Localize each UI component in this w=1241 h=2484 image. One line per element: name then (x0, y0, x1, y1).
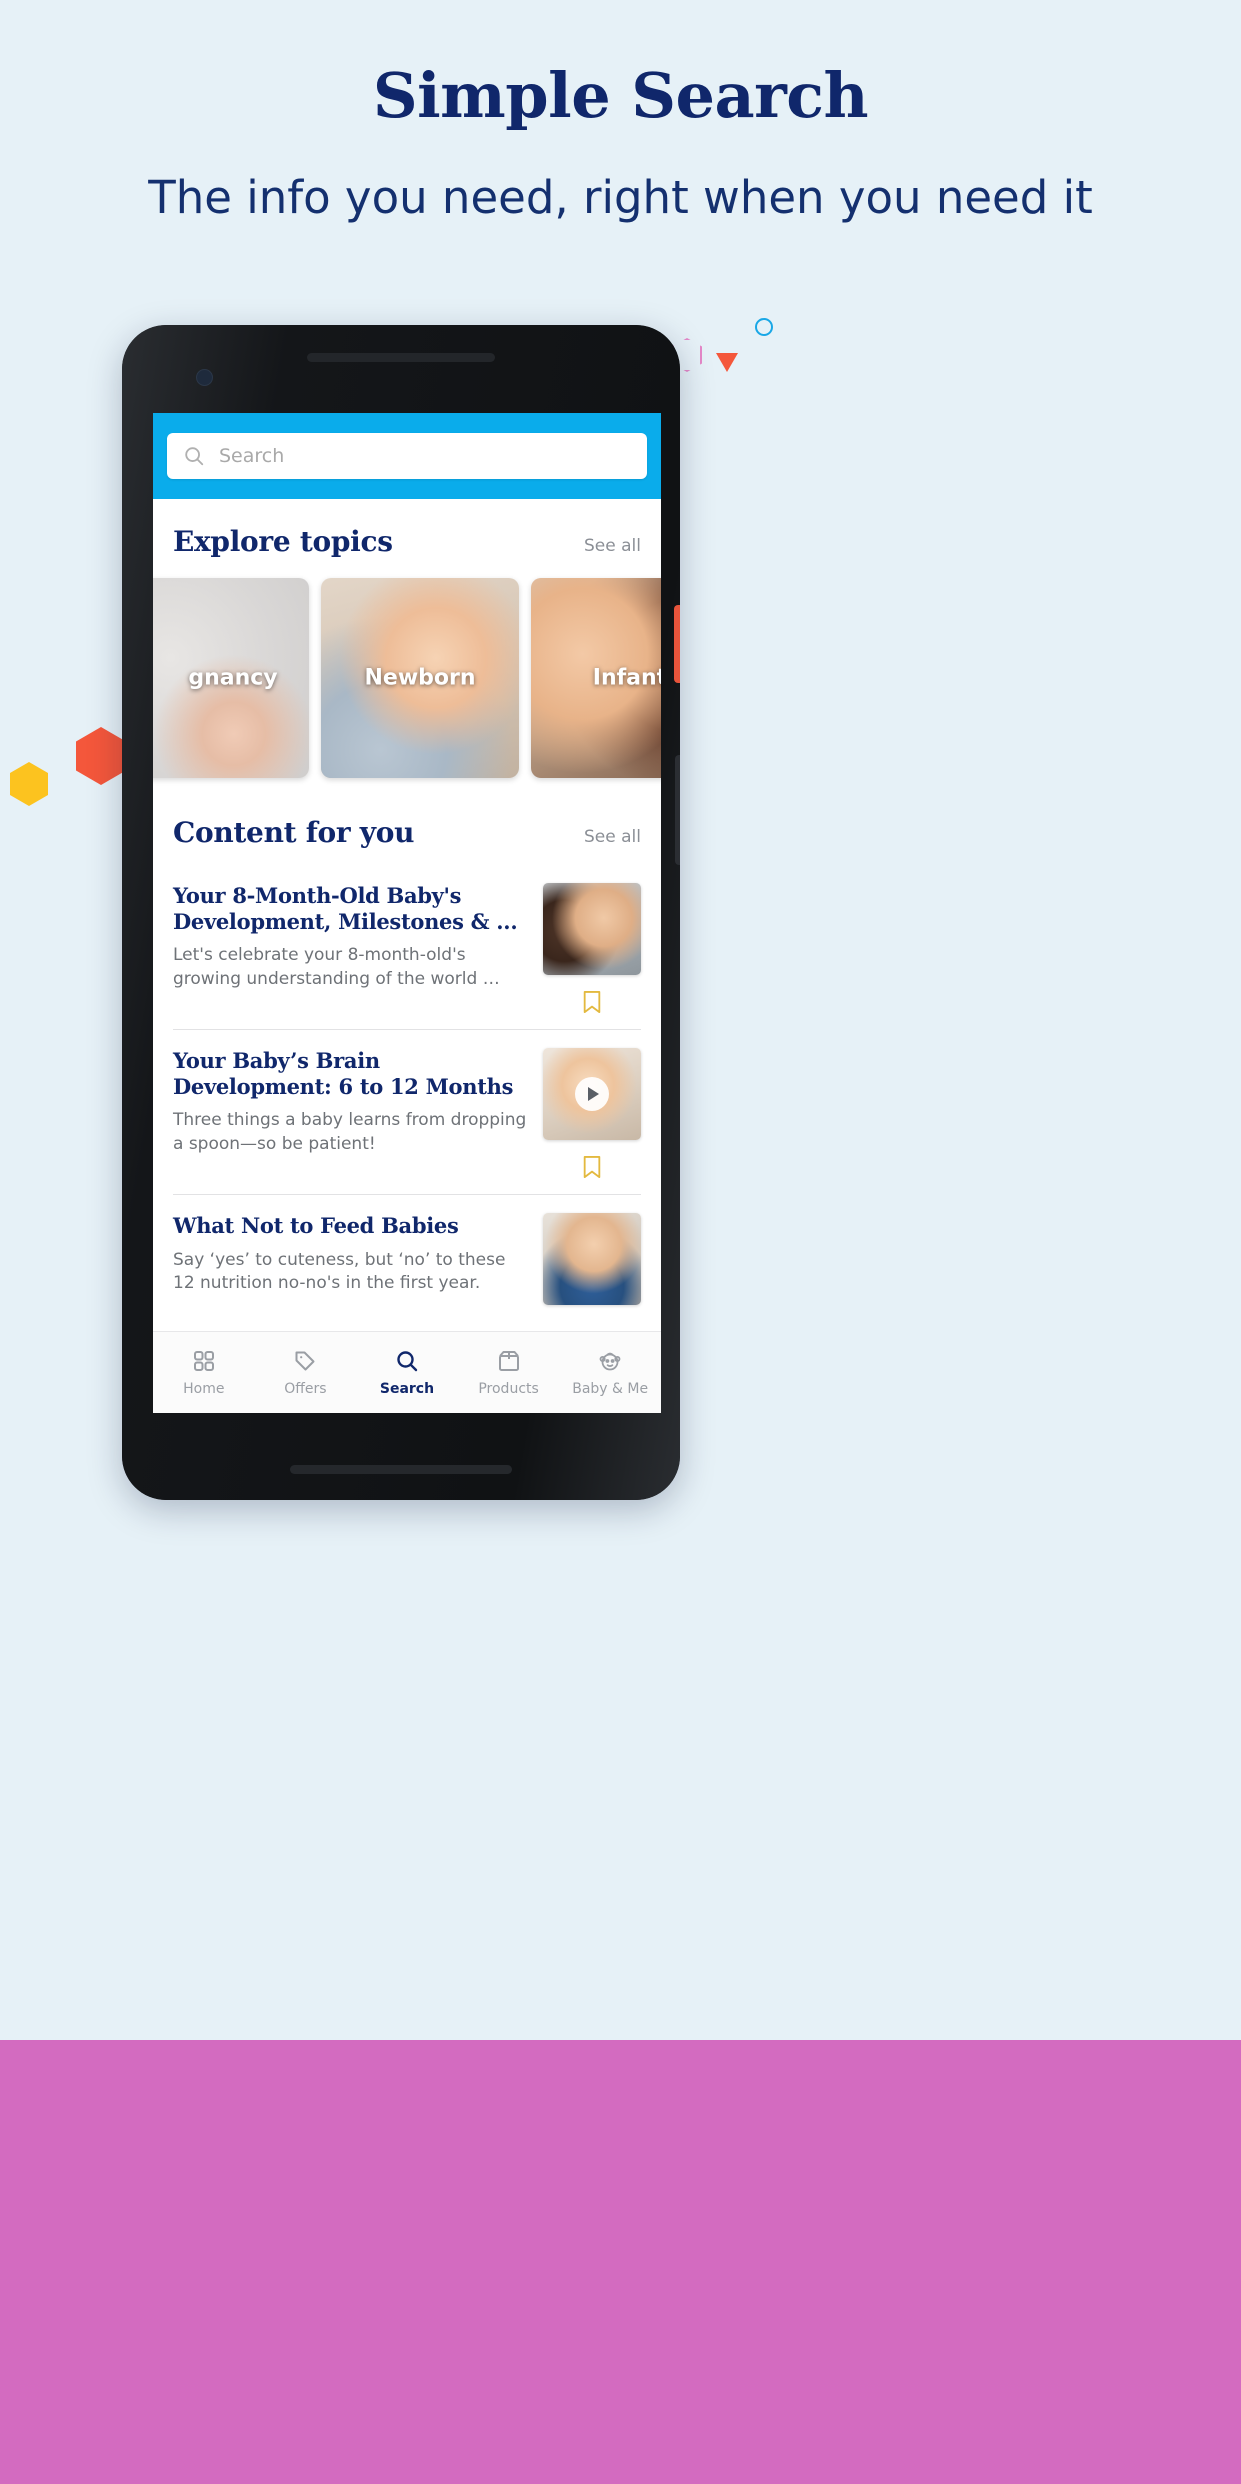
phone-volume-button[interactable] (675, 755, 680, 865)
tab-label: Offers (284, 1381, 327, 1397)
topic-card-label: Newborn (364, 665, 476, 691)
baby-development-photo (543, 883, 641, 975)
topic-card-newborn[interactable]: Newborn (321, 578, 519, 778)
bookmark-icon[interactable] (581, 1154, 603, 1180)
app-screen: Search Explore topics See all gnancy New… (153, 413, 661, 1413)
article-description: Let's celebrate your 8-month-old's growi… (173, 945, 500, 989)
phone-power-button[interactable] (674, 605, 680, 683)
decorative-circle-blue (755, 318, 773, 336)
content-for-you-title: Content for you (173, 816, 415, 849)
topic-card-infant[interactable]: Infant (531, 578, 661, 778)
tag-icon (293, 1348, 317, 1374)
explore-topics-title: Explore topics (173, 525, 393, 558)
article-text-block: Your 8-Month-Old Baby's Development, Mil… (173, 883, 529, 1015)
article-thumbnail[interactable] (543, 883, 641, 975)
explore-topics-header: Explore topics See all (153, 499, 661, 574)
article-description: Three things a baby learns from dropping… (173, 1110, 527, 1154)
phone-front-camera (196, 369, 213, 386)
search-icon (395, 1348, 419, 1374)
article-list-item[interactable]: What Not to Feed Babies Say ‘yes’ to cut… (173, 1195, 641, 1319)
article-media-column (543, 883, 641, 1015)
article-thumbnail[interactable] (543, 1048, 641, 1140)
grid-icon (192, 1348, 216, 1374)
article-thumbnail[interactable] (543, 1213, 641, 1305)
tab-offers[interactable]: Offers (255, 1348, 357, 1397)
play-icon[interactable] (575, 1077, 609, 1111)
tab-label: Home (183, 1381, 225, 1397)
decorative-triangle-red (716, 353, 738, 372)
baby-feeding-photo (543, 1213, 641, 1305)
article-title: What Not to Feed Babies (173, 1213, 459, 1238)
search-icon (183, 445, 205, 467)
article-list-item[interactable]: Your Baby’s Brain Development: 6 to 12 M… (173, 1030, 641, 1195)
tab-search[interactable]: Search (356, 1348, 458, 1397)
explore-see-all-link[interactable]: See all (584, 536, 641, 556)
tab-home[interactable]: Home (153, 1348, 255, 1397)
search-input[interactable]: Search (167, 433, 647, 479)
tab-label: Baby & Me (572, 1381, 649, 1397)
search-placeholder-text: Search (219, 445, 285, 467)
page-title: Simple Search (372, 59, 869, 132)
content-see-all-link[interactable]: See all (584, 827, 641, 847)
phone-mockup: Search Explore topics See all gnancy New… (122, 325, 680, 1500)
article-list-item[interactable]: Your 8-Month-Old Baby's Development, Mil… (173, 865, 641, 1030)
play-triangle (588, 1087, 599, 1101)
phone-earpiece (307, 353, 495, 362)
background-bottom-panel (0, 2040, 1241, 2484)
topic-card-label: Infant (592, 665, 661, 691)
article-text-block: Your Baby’s Brain Development: 6 to 12 M… (173, 1048, 529, 1180)
article-list: Your 8-Month-Old Baby's Development, Mil… (153, 865, 661, 1319)
tab-label: Search (379, 1381, 435, 1397)
tab-label: Products (478, 1381, 539, 1397)
baby-face-icon (598, 1348, 622, 1374)
page-subtitle: The info you need, right when you need i… (148, 171, 1093, 224)
article-title: Your 8-Month-Old Baby's Development, Mil… (173, 883, 518, 934)
topic-card-label: gnancy (188, 665, 278, 691)
article-media-column (543, 1213, 641, 1305)
box-icon (497, 1348, 521, 1374)
tab-products[interactable]: Products (458, 1348, 560, 1397)
topic-card-pregnancy[interactable]: gnancy (153, 578, 309, 778)
app-search-header: Search (153, 413, 661, 499)
bottom-tab-bar: Home Offers Search Products Baby & Me (153, 1331, 661, 1413)
topic-card-carousel[interactable]: gnancy Newborn Infant (153, 574, 661, 782)
content-for-you-header: Content for you See all (153, 782, 661, 865)
article-text-block: What Not to Feed Babies Say ‘yes’ to cut… (173, 1213, 529, 1305)
bookmark-icon[interactable] (581, 989, 603, 1015)
tab-baby-and-me[interactable]: Baby & Me (559, 1348, 661, 1397)
article-description: Say ‘yes’ to cuteness, but ‘no’ to these… (173, 1249, 506, 1294)
article-title: Your Baby’s Brain Development: 6 to 12 M… (173, 1048, 514, 1099)
phone-bottom-speaker (290, 1465, 512, 1474)
article-media-column (543, 1048, 641, 1180)
